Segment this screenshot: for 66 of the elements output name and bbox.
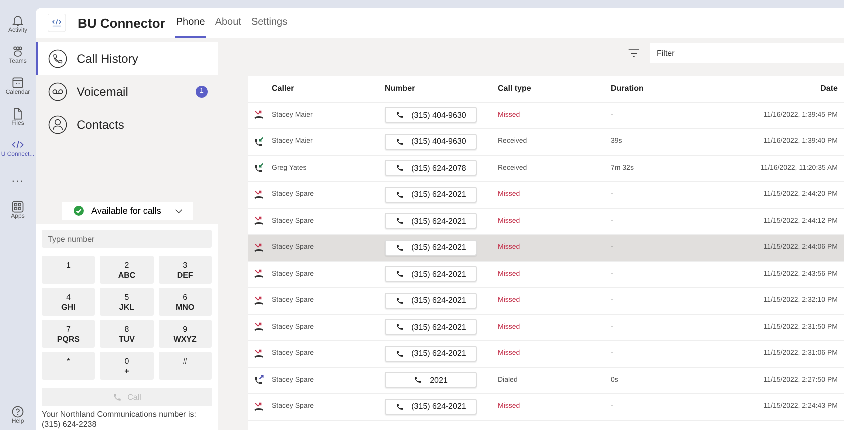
phone-icon (396, 164, 404, 172)
rail-label[interactable]: ... (12, 172, 24, 184)
phone-icon (112, 392, 122, 402)
phone-icon (396, 111, 404, 120)
phone-icon (396, 138, 404, 146)
footer-text: Your Northland Communications number is: (42, 410, 198, 420)
column-header: Duration (611, 84, 645, 94)
phone-icon (396, 350, 404, 358)
app-tab[interactable]: Settings (250, 8, 289, 38)
keypad-key[interactable]: 0 + (100, 352, 154, 380)
call-number-button[interactable]: 2021 (385, 372, 477, 388)
status-dropdown[interactable]: Available for calls (62, 202, 192, 220)
call-number-button[interactable]: (315) 624-2021 (385, 240, 477, 256)
keypad-key[interactable]: 5 JKL (100, 288, 154, 316)
rail-icon[interactable] (10, 76, 25, 90)
app-tab[interactable]: About (214, 8, 242, 38)
keypad-key[interactable]: 3 DEF (158, 256, 212, 284)
call-number-button[interactable]: (315) 404-9630 (385, 107, 477, 124)
filter-icon[interactable] (628, 48, 640, 58)
keypad-key[interactable]: 1 (42, 256, 96, 284)
nav-icon (48, 114, 68, 134)
keypad-key[interactable]: 7 PQRS (42, 320, 96, 348)
keypad-key[interactable]: # (158, 352, 212, 380)
phone-icon (396, 296, 404, 305)
keypad-key[interactable]: 2 ABC (100, 256, 154, 284)
call-number-button[interactable]: (315) 624-2021 (385, 319, 477, 336)
nav-item[interactable]: Contacts (36, 108, 218, 141)
call-number-button[interactable]: (315) 624-2021 (385, 266, 477, 282)
nav-icon (48, 48, 68, 68)
column-header: Date (820, 84, 838, 94)
keypad-key[interactable]: 6 MNO (158, 288, 212, 316)
app-title: BU Connector (78, 16, 166, 30)
number-field[interactable]: Type number (42, 230, 212, 248)
call-number-button[interactable]: (315) 624-2021 (385, 346, 477, 362)
keypad-key[interactable]: 9 WXYZ (158, 320, 212, 348)
app-tab[interactable]: Phone (175, 8, 206, 38)
column-header: Call type (498, 84, 532, 94)
keypad-key[interactable]: 8 TUV (100, 320, 154, 348)
own-number: (315) 624-2238 (42, 420, 98, 430)
help-icon[interactable] (11, 404, 25, 418)
call-number-button[interactable]: (315) 624-2021 (385, 292, 477, 309)
rail-icon[interactable] (10, 44, 25, 58)
phone-icon (396, 217, 404, 226)
call-number-button[interactable]: (315) 624-2021 (385, 213, 477, 230)
app-logo-icon (48, 14, 66, 32)
chevron-down-icon (174, 208, 182, 214)
phone-icon (396, 323, 404, 332)
nav-icon (48, 82, 68, 102)
call-number-button[interactable]: (315) 624-2021 (385, 186, 477, 203)
nav-item[interactable]: Call History (36, 42, 218, 75)
call-number-button[interactable]: (315) 404-9630 (385, 134, 477, 150)
call-number-button[interactable]: (315) 624-2021 (385, 398, 477, 415)
phone-icon (396, 270, 404, 278)
phone-icon (414, 376, 422, 384)
call-number-button[interactable]: (315) 624-2078 (385, 160, 477, 176)
rail-icon[interactable] (11, 200, 25, 214)
keypad-key[interactable]: * (42, 352, 96, 380)
keypad-key[interactable]: 4 GHI (42, 288, 96, 316)
phone-icon (396, 244, 404, 252)
column-header: Number (385, 84, 416, 94)
phone-icon (396, 402, 404, 411)
filter-field[interactable]: Filter (650, 43, 844, 63)
phone-icon (396, 190, 404, 199)
rail-icon[interactable] (10, 14, 25, 28)
rail-icon[interactable] (11, 106, 25, 120)
column-header: Caller (272, 84, 296, 94)
